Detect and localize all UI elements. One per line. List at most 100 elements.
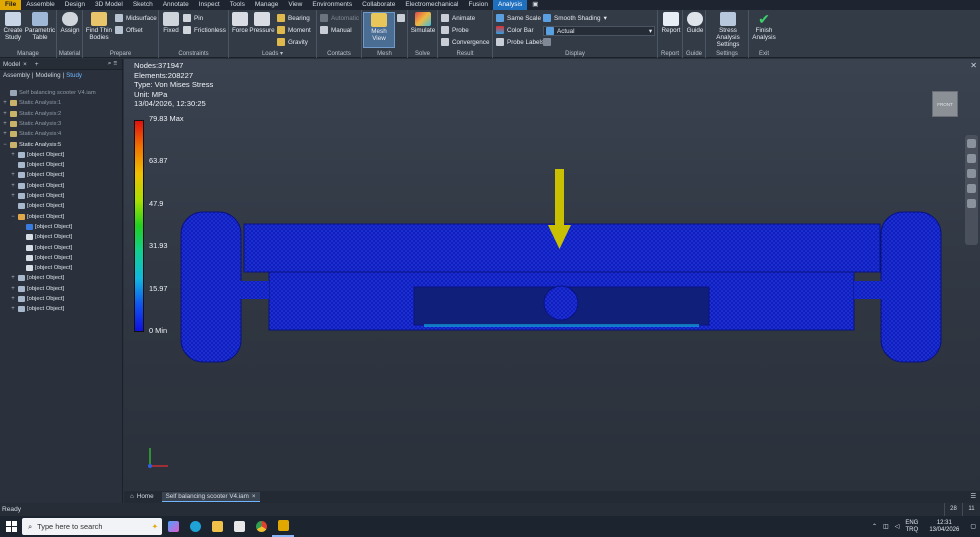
menu-item-sketch[interactable]: Sketch	[128, 0, 158, 10]
close-icon[interactable]: ×	[252, 492, 256, 502]
inventor-icon[interactable]	[272, 516, 294, 537]
expand-icon[interactable]: +	[10, 306, 16, 312]
volume-icon[interactable]: ◁	[895, 523, 900, 530]
mesh-view-button[interactable]: Mesh View	[363, 12, 395, 48]
tree-item[interactable]: [object Object]	[18, 253, 72, 263]
pressure-button[interactable]: Pressure	[249, 12, 275, 34]
close-icon[interactable]: ×	[23, 61, 27, 68]
graphics-viewport[interactable]: Nodes:371947 Elements:208227 Type: Von M…	[124, 59, 980, 491]
midsurface-button[interactable]: Midsurface	[115, 14, 157, 22]
tree-item[interactable]: + [object Object]	[10, 284, 64, 294]
menu-item-annotate[interactable]: Annotate	[158, 0, 194, 10]
menu-item-manage[interactable]: Manage	[250, 0, 284, 10]
finish-analysis-button[interactable]: ✔ Finish Analysis	[751, 12, 777, 41]
create-study-button[interactable]: Create Study	[2, 12, 24, 41]
tree-item[interactable]: + [object Object]	[10, 150, 64, 160]
pin-button[interactable]: Pin	[183, 14, 203, 22]
tree-study[interactable]: + Static Analysis:2	[2, 109, 61, 119]
tree-study[interactable]: − Static Analysis:5	[2, 140, 61, 150]
collapse-icon[interactable]: −	[10, 214, 16, 220]
tab-assembly[interactable]: Assembly	[3, 72, 30, 79]
mesh-settings-button[interactable]	[397, 14, 408, 22]
force-button[interactable]: Force	[231, 12, 249, 34]
expand-icon[interactable]: +	[10, 193, 16, 199]
report-button[interactable]: Report	[660, 12, 682, 34]
tree-item[interactable]: + [object Object]	[10, 294, 64, 304]
tree-item[interactable]: + [object Object]	[10, 181, 64, 191]
convergence-button[interactable]: Convergence	[441, 38, 489, 46]
network-icon[interactable]: ◫	[883, 523, 889, 530]
add-icon[interactable]: +	[35, 61, 39, 68]
expand-icon[interactable]: +	[2, 111, 8, 117]
expand-icon[interactable]: +	[10, 172, 16, 178]
tab-document[interactable]: Self balancing scooter V4.iam ×	[161, 492, 260, 502]
moment-button[interactable]: Moment	[277, 26, 311, 34]
menu-item-electromechanical[interactable]: Electromechanical	[400, 0, 463, 10]
pan-icon[interactable]	[967, 154, 976, 163]
language-indicator[interactable]: ENG TRQ	[905, 520, 918, 534]
menu-item-fusion[interactable]: Fusion	[463, 0, 493, 10]
edge-icon[interactable]	[184, 516, 206, 537]
taskbar-search[interactable]: ⌕ Type here to search ✦	[22, 518, 162, 535]
automatic-button[interactable]: Automatic	[320, 14, 359, 22]
tree-item[interactable]: + [object Object]	[10, 304, 64, 314]
start-button[interactable]	[0, 516, 22, 537]
menu-item-assemble[interactable]: Assemble	[21, 0, 60, 10]
chrome-icon[interactable]	[250, 516, 272, 537]
shading-dropdown[interactable]: Smooth Shading ▾	[543, 14, 607, 22]
displacement-scale-select[interactable]: Actual ▾	[543, 26, 655, 36]
tab-home[interactable]: ⌂ Home	[126, 492, 158, 502]
guide-button[interactable]: Guide	[685, 12, 705, 34]
menu-item-tools[interactable]: Tools	[225, 0, 250, 10]
tab-list-icon[interactable]: ☰	[966, 492, 980, 502]
chevron-up-icon[interactable]: ⌃	[872, 523, 877, 530]
collapse-icon[interactable]: −	[2, 142, 8, 148]
expand-icon[interactable]: +	[10, 296, 16, 302]
zoom-icon[interactable]	[967, 169, 976, 178]
tree-item[interactable]: [object Object]	[18, 243, 72, 253]
menu-item-view[interactable]: View	[283, 0, 307, 10]
tree-study[interactable]: + Static Analysis:1	[2, 98, 61, 108]
expand-icon[interactable]: +	[10, 152, 16, 158]
tree-item[interactable]: [object Object]	[18, 263, 72, 273]
menu-item-design[interactable]: Design	[60, 0, 90, 10]
look-at-icon[interactable]	[967, 199, 976, 208]
notification-icon[interactable]: ▢	[970, 523, 976, 530]
menu-item-collaborate[interactable]: Collaborate	[357, 0, 400, 10]
bearing-button[interactable]: Bearing	[277, 14, 310, 22]
steering-wheel-icon[interactable]	[967, 139, 976, 148]
tree-root-assembly[interactable]: Self balancing scooter V4.iam	[2, 88, 96, 98]
expand-icon[interactable]: +	[2, 100, 8, 106]
tab-modeling[interactable]: Modeling	[35, 72, 60, 79]
color-bar-button[interactable]: Color Bar	[496, 26, 534, 34]
orbit-icon[interactable]	[967, 184, 976, 193]
menu-item-file[interactable]: File	[0, 0, 22, 10]
tree-item[interactable]: [object Object]	[10, 160, 64, 170]
parametric-table-button[interactable]: Parametric Table	[24, 12, 56, 41]
expand-icon[interactable]: +	[10, 275, 16, 281]
tab-study[interactable]: Study	[66, 72, 82, 79]
manual-button[interactable]: Manual	[320, 26, 352, 34]
gravity-button[interactable]: Gravity	[277, 38, 308, 46]
tree-item[interactable]: [object Object]	[18, 232, 72, 242]
menu-item-3d-model[interactable]: 3D Model	[90, 0, 128, 10]
tree-item[interactable]: [object Object]	[10, 201, 64, 211]
tree-item[interactable]: + [object Object]	[10, 273, 64, 283]
simulate-button[interactable]: Simulate	[410, 12, 436, 34]
menu-item-analysis[interactable]: Analysis	[492, 0, 528, 10]
file-explorer-icon[interactable]	[206, 516, 228, 537]
camera-icon[interactable]: ▣	[527, 0, 543, 10]
browser-tools[interactable]: ⌕≡	[108, 60, 119, 68]
copilot-icon[interactable]	[162, 516, 184, 537]
expand-icon[interactable]: +	[10, 286, 16, 292]
tree-item[interactable]: − [object Object]	[10, 212, 64, 222]
menu-item-inspect[interactable]: Inspect	[194, 0, 225, 10]
frictionless-button[interactable]: Frictionless	[183, 26, 226, 34]
close-window-icon[interactable]: ✕	[970, 61, 977, 70]
store-icon[interactable]	[228, 516, 250, 537]
fixed-button[interactable]: Fixed	[162, 12, 180, 34]
scooter-mesh-model[interactable]	[124, 59, 980, 491]
tree-item[interactable]: + [object Object]	[10, 170, 64, 180]
expand-icon[interactable]: +	[2, 131, 8, 137]
probe-button[interactable]: Probe	[441, 26, 469, 34]
